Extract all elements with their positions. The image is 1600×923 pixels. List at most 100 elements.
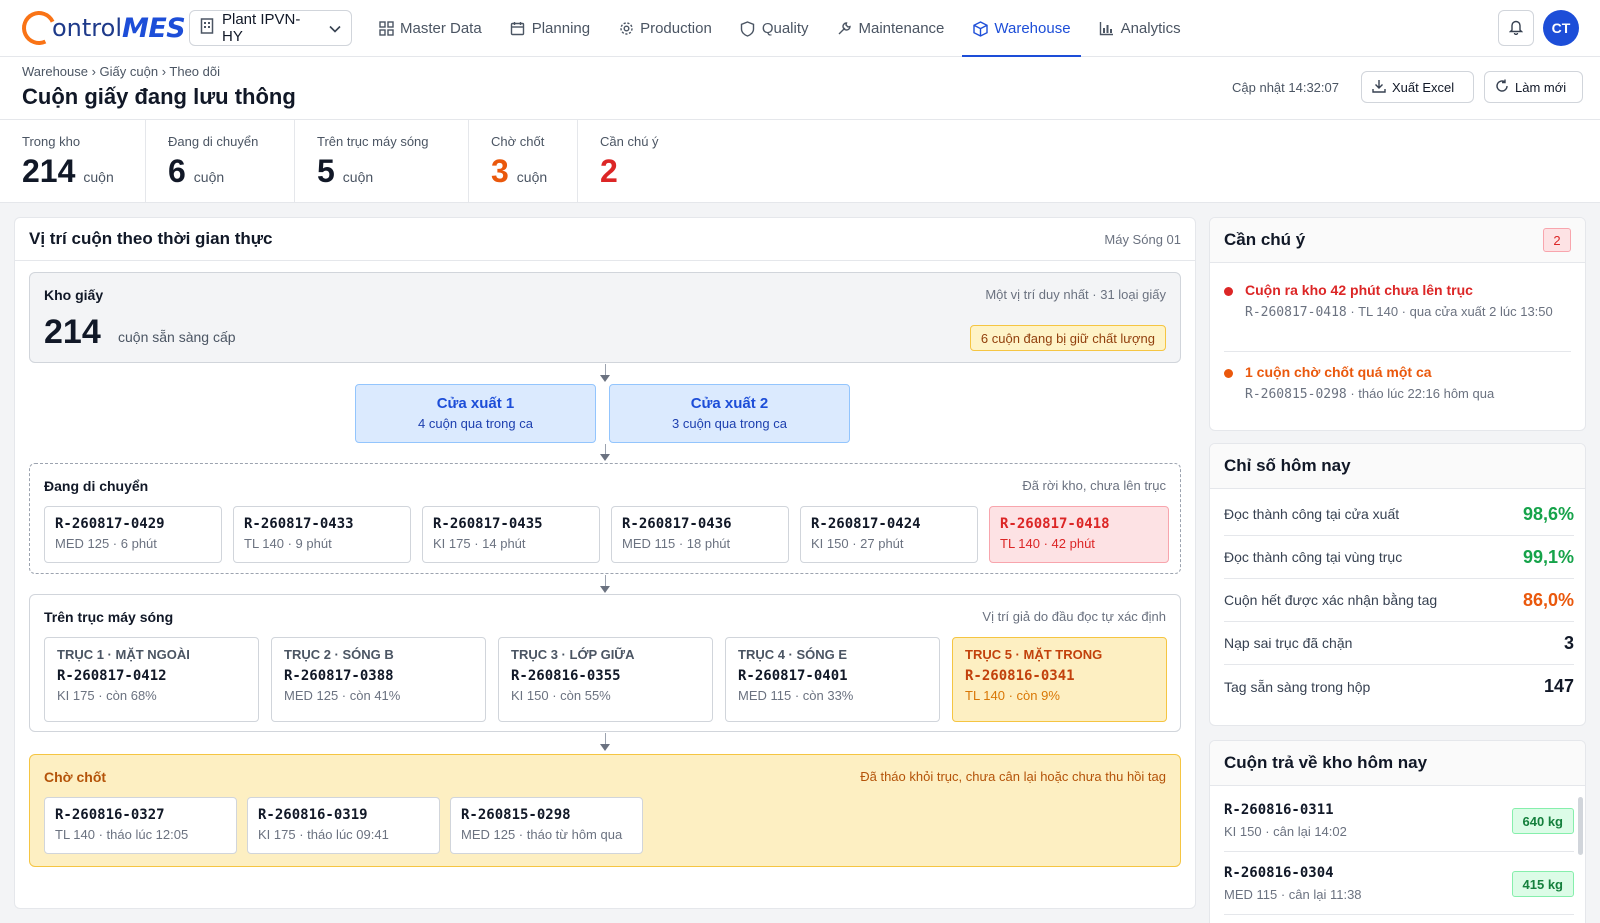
today-metrics-card: Chỉ số hôm nay Đọc thành công tại cửa xu… [1209,443,1586,726]
page-header: Warehouse › Giấy cuộn › Theo dõi Cuộn gi… [0,57,1600,120]
nav-quality[interactable]: Quality [730,0,819,57]
roll-card[interactable]: R-260817-0436 MED 115 · 18 phút [611,506,789,563]
roll-card-alert[interactable]: R-260817-0418 TL 140 · 42 phút [989,506,1169,563]
gate-1[interactable]: Cửa xuất 1 4 cuộn qua trong ca [355,384,596,443]
roll-meta: MED 115 · cân lại 11:38 [1224,887,1362,902]
zone-note: Đã rời kho, chưa lên trục [1022,478,1166,493]
gate-sub: 3 cuộn qua trong ca [672,416,787,431]
roll-meta: TL 140 · 42 phút [1000,536,1095,551]
kpi-attention[interactable]: Cần chú ý 2 [578,120,698,203]
metric-label: Cuộn hết được xác nhận bằng tag [1224,592,1438,608]
kpi-unit: cuộn [83,169,114,185]
export-excel-button[interactable]: Xuất Excel [1361,71,1474,103]
gate-sub: 4 cuộn qua trong ca [418,416,533,431]
roll-id: R-260816-0355 [511,668,621,684]
grid-icon [378,21,394,37]
roll-id: R-260817-0429 [55,516,165,532]
attention-count-badge: 2 [1543,228,1571,252]
nav-label: Master Data [400,20,482,37]
notifications-button[interactable] [1498,10,1534,46]
metric-value: 3 [1563,632,1574,653]
kpi-in-stock[interactable]: Trong kho 214 cuộn [0,120,146,203]
roll-card[interactable]: R-260816-0327 TL 140 · tháo lúc 12:05 [44,797,237,854]
roll-id: R-260817-0401 [738,668,848,684]
flow-arrow [600,575,610,593]
zone-note: Một vị trí duy nhất · 31 loại giấy [985,287,1166,302]
nav-master-data[interactable]: Master Data [368,0,492,57]
main-nav: Master Data Planning Production Quality … [368,0,1199,58]
nav-maintenance[interactable]: Maintenance [827,0,955,57]
stock-unit: cuộn sẵn sàng cấp [118,329,236,345]
last-updated: Cập nhật 14:32:07 [1232,80,1339,95]
metric-row: Đọc thành công tại vùng trục 99,1% [1224,536,1574,579]
nav-production[interactable]: Production [608,0,722,57]
roll-id: R-260817-0388 [284,668,394,684]
roll-card[interactable]: R-260817-0435 KI 175 · 14 phút [422,506,600,563]
kpi-label: Đang di chuyển [168,134,259,149]
roll-id: R-260816-0311 [1224,802,1334,818]
metric-label: Đọc thành công tại cửa xuất [1224,506,1400,522]
kpi-pending[interactable]: Chờ chốt 3 cuộn [469,120,578,203]
roll-id: R-260817-0418 [1000,516,1110,532]
kpi-moving[interactable]: Đang di chuyển 6 cuộn [146,120,295,203]
alert-item[interactable]: Cuộn ra kho 42 phút chưa lên trục R-2608… [1224,282,1571,352]
shaft-card-warning[interactable]: TRỤC 5 · MẶT TRONG R-260816-0341 TL 140 … [952,637,1167,722]
gate-name: Cửa xuất 1 [436,395,515,412]
shaft-card[interactable]: TRỤC 2 · SÓNG B R-260817-0388 MED 125 · … [271,637,486,722]
roll-id: R-260817-0435 [433,516,543,532]
roll-meta: TL 140 · 9 phút [244,536,332,551]
roll-id: R-260816-0304 [1224,865,1334,881]
returns-card: Cuộn trả về kho hôm nay R-260816-0311 KI… [1209,740,1586,923]
nav-warehouse[interactable]: Warehouse [962,0,1081,58]
roll-meta: MED 125 · 6 phút [55,536,157,551]
return-row[interactable]: R-260816-0311 KI 150 · cân lại 14:02 640… [1224,790,1574,852]
alert-title: Cuộn ra kho 42 phút chưa lên trục [1245,282,1473,298]
alert-item[interactable]: 1 cuộn chờ chốt quá một ca R-260815-0298… [1224,364,1571,405]
shaft-card[interactable]: TRỤC 4 · SÓNG E R-260817-0401 MED 115 · … [725,637,940,722]
shaft-name: TRỤC 2 · SÓNG B [284,647,394,662]
card-title: Cần chú ý [1224,230,1306,249]
roll-meta: TL 140 · còn 9% [965,688,1060,703]
roll-id: R-260817-0433 [244,516,354,532]
kpi-label: Trong kho [22,134,81,149]
roll-id: R-260817-0436 [622,516,732,532]
quality-hold-badge[interactable]: 6 cuộn đang bị giữ chất lượng [969,325,1166,351]
roll-card[interactable]: R-260816-0319 KI 175 · tháo lúc 09:41 [247,797,440,854]
shaft-card[interactable]: TRỤC 3 · LỚP GIỮA R-260816-0355 KI 150 ·… [498,637,713,722]
roll-meta: KI 175 · tháo lúc 09:41 [258,827,389,842]
gate-2[interactable]: Cửa xuất 2 3 cuộn qua trong ca [609,384,850,443]
roll-meta: TL 140 · tháo lúc 12:05 [55,827,189,842]
flow-arrow [600,444,610,461]
refresh-icon [1495,79,1509,96]
nav-planning[interactable]: Planning [500,0,600,57]
roll-id: R-260815-0298 [461,807,571,823]
breadcrumb[interactable]: Warehouse › Giấy cuộn › Theo dõi [22,64,220,79]
roll-card[interactable]: R-260817-0424 KI 150 · 27 phút [800,506,978,563]
roll-meta: KI 150 · còn 55% [511,688,611,703]
roll-id: R-260817-0412 [57,668,167,684]
refresh-label: Làm mới [1515,79,1567,95]
roll-id: R-260817-0424 [811,516,921,532]
return-row[interactable]: R-260816-0304 MED 115 · cân lại 11:38 41… [1224,853,1574,915]
paper-stock-zone[interactable]: Kho giấy Một vị trí duy nhất · 31 loại g… [29,272,1181,363]
zone-title: Đang di chuyển [44,478,149,494]
brand-logo[interactable]: ontrol MES [17,6,186,50]
refresh-button[interactable]: Làm mới [1484,71,1583,103]
user-avatar[interactable]: CT [1543,10,1579,46]
card-title: Chỉ số hôm nay [1224,456,1351,475]
shaft-card[interactable]: TRỤC 1 · MẶT NGOÀI R-260817-0412 KI 175 … [44,637,259,722]
roll-card[interactable]: R-260817-0429 MED 125 · 6 phút [44,506,222,563]
kpi-unit: cuộn [342,169,374,185]
scrollbar[interactable] [1578,797,1583,855]
roll-card[interactable]: R-260815-0298 MED 125 · tháo từ hôm qua [450,797,643,854]
metric-value: 98,6% [1522,503,1574,524]
kpi-on-shaft[interactable]: Trên trục máy sóng 5 cuộn [295,120,469,203]
plant-select[interactable]: Plant IPVN-HY [189,10,352,46]
orange-dot-icon [1224,369,1233,378]
realtime-location-panel: Vị trí cuộn theo thời gian thực Máy Sóng… [14,217,1196,909]
nav-analytics[interactable]: Analytics [1089,0,1191,57]
roll-card[interactable]: R-260817-0433 TL 140 · 9 phút [233,506,411,563]
roll-meta: MED 115 · còn 33% [738,688,854,703]
weight-badge: 415 kg [1511,871,1574,897]
nav-label: Analytics [1120,20,1181,37]
